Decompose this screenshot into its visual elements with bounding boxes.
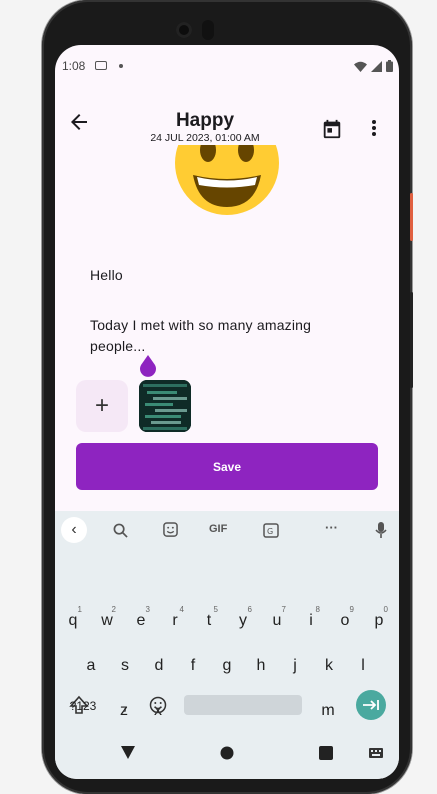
translate-icon[interactable]: G bbox=[263, 523, 279, 538]
nav-recents-icon[interactable] bbox=[319, 746, 333, 760]
key-hint: 3 bbox=[145, 605, 150, 614]
attachment-thumbnail[interactable] bbox=[139, 380, 191, 432]
key-label: w bbox=[101, 612, 113, 629]
key-hint: 0 bbox=[383, 605, 388, 614]
keyboard-toolbar: ‹ GIF G ··· bbox=[55, 511, 399, 551]
key-y[interactable]: y6 bbox=[229, 603, 257, 639]
key-hint: 2 bbox=[111, 605, 116, 614]
key-f[interactable]: f bbox=[179, 648, 207, 684]
key-o[interactable]: o9 bbox=[331, 603, 359, 639]
tab-arrow-icon bbox=[363, 700, 379, 710]
key-label: i bbox=[309, 612, 313, 629]
key-hint: 1 bbox=[77, 605, 82, 614]
key-hint: 5 bbox=[213, 605, 218, 614]
key-j[interactable]: j bbox=[281, 648, 309, 684]
key-label: r bbox=[172, 612, 178, 629]
proximity-sensor bbox=[202, 20, 214, 40]
key-label: u bbox=[272, 612, 282, 629]
microphone-icon[interactable] bbox=[375, 522, 387, 539]
keyboard-switch-icon[interactable] bbox=[369, 748, 383, 758]
more-vert-icon[interactable] bbox=[371, 118, 377, 138]
key-d[interactable]: d bbox=[145, 648, 173, 684]
system-navigation-bar bbox=[55, 733, 399, 779]
key-k[interactable]: k bbox=[315, 648, 343, 684]
key-hint: 6 bbox=[247, 605, 252, 614]
front-camera bbox=[176, 22, 192, 38]
more-tools-button[interactable]: ··· bbox=[325, 520, 338, 535]
entry-text-line-1[interactable]: Hello bbox=[90, 267, 123, 283]
key-label: p bbox=[374, 612, 384, 629]
key-r[interactable]: r4 bbox=[161, 603, 189, 639]
key-label: t bbox=[206, 612, 212, 629]
key-hint: 7 bbox=[281, 605, 286, 614]
power-button bbox=[410, 193, 413, 241]
save-button[interactable]: Save bbox=[76, 443, 378, 490]
app-screen: 1:08 Happy 24 JUL 2023, 01:00 AM Hello T… bbox=[55, 45, 399, 779]
key-e[interactable]: e3 bbox=[127, 603, 155, 639]
volume-button bbox=[410, 292, 413, 388]
collapse-keyboard-icon[interactable]: ‹ bbox=[61, 517, 87, 543]
key-period[interactable]: . bbox=[314, 688, 342, 724]
key-l[interactable]: l bbox=[349, 648, 377, 684]
key-hint: 8 bbox=[315, 605, 320, 614]
entry-text-line-2[interactable]: Today I met with so many amazing bbox=[90, 317, 311, 333]
emoji-key-icon[interactable] bbox=[149, 696, 167, 714]
gif-button[interactable]: GIF bbox=[209, 523, 227, 535]
signal-icon bbox=[371, 61, 382, 72]
key-comma[interactable]: , bbox=[111, 688, 139, 724]
key-label: q bbox=[68, 612, 78, 629]
svg-text:G: G bbox=[267, 527, 273, 536]
entry-date: 24 JUL 2023, 01:00 AM bbox=[150, 132, 260, 144]
wifi-icon bbox=[354, 61, 367, 72]
key-p[interactable]: p0 bbox=[365, 603, 393, 639]
entry-text-line-3[interactable]: people... bbox=[90, 338, 146, 354]
key-u[interactable]: u7 bbox=[263, 603, 291, 639]
key-i[interactable]: i8 bbox=[297, 603, 325, 639]
key-h[interactable]: h bbox=[247, 648, 275, 684]
key-label: o bbox=[340, 612, 350, 629]
add-attachment-button[interactable]: + bbox=[76, 380, 128, 432]
space-bar[interactable] bbox=[184, 695, 302, 715]
key-hint: 4 bbox=[179, 605, 184, 614]
status-bar: 1:08 bbox=[55, 59, 399, 75]
battery-icon bbox=[386, 60, 393, 72]
key-g[interactable]: g bbox=[213, 648, 241, 684]
title-block: Happy 24 JUL 2023, 01:00 AM bbox=[125, 110, 285, 145]
symbols-key[interactable]: ?123 bbox=[63, 688, 103, 724]
key-w[interactable]: w2 bbox=[93, 603, 121, 639]
key-label: y bbox=[239, 612, 247, 629]
key-s[interactable]: s bbox=[111, 648, 139, 684]
calendar-icon[interactable] bbox=[321, 118, 343, 140]
key-q[interactable]: q1 bbox=[59, 603, 87, 639]
status-time: 1:08 bbox=[62, 59, 86, 73]
key-label: e bbox=[136, 612, 146, 629]
mail-icon bbox=[95, 61, 107, 70]
key-a[interactable]: a bbox=[77, 648, 105, 684]
search-icon[interactable] bbox=[113, 523, 128, 538]
enter-key[interactable] bbox=[356, 690, 386, 720]
mood-emoji-icon bbox=[175, 145, 279, 215]
key-hint: 9 bbox=[349, 605, 354, 614]
back-arrow-icon[interactable] bbox=[67, 110, 91, 134]
text-cursor-handle-icon[interactable] bbox=[139, 355, 157, 379]
key-t[interactable]: t5 bbox=[195, 603, 223, 639]
page-title: Happy bbox=[175, 110, 235, 131]
attachment-preview-image bbox=[139, 380, 191, 432]
nav-home-icon[interactable] bbox=[220, 746, 234, 760]
notification-dot-icon bbox=[119, 64, 123, 68]
sticker-icon[interactable] bbox=[163, 522, 178, 537]
nav-back-icon[interactable] bbox=[121, 746, 135, 760]
